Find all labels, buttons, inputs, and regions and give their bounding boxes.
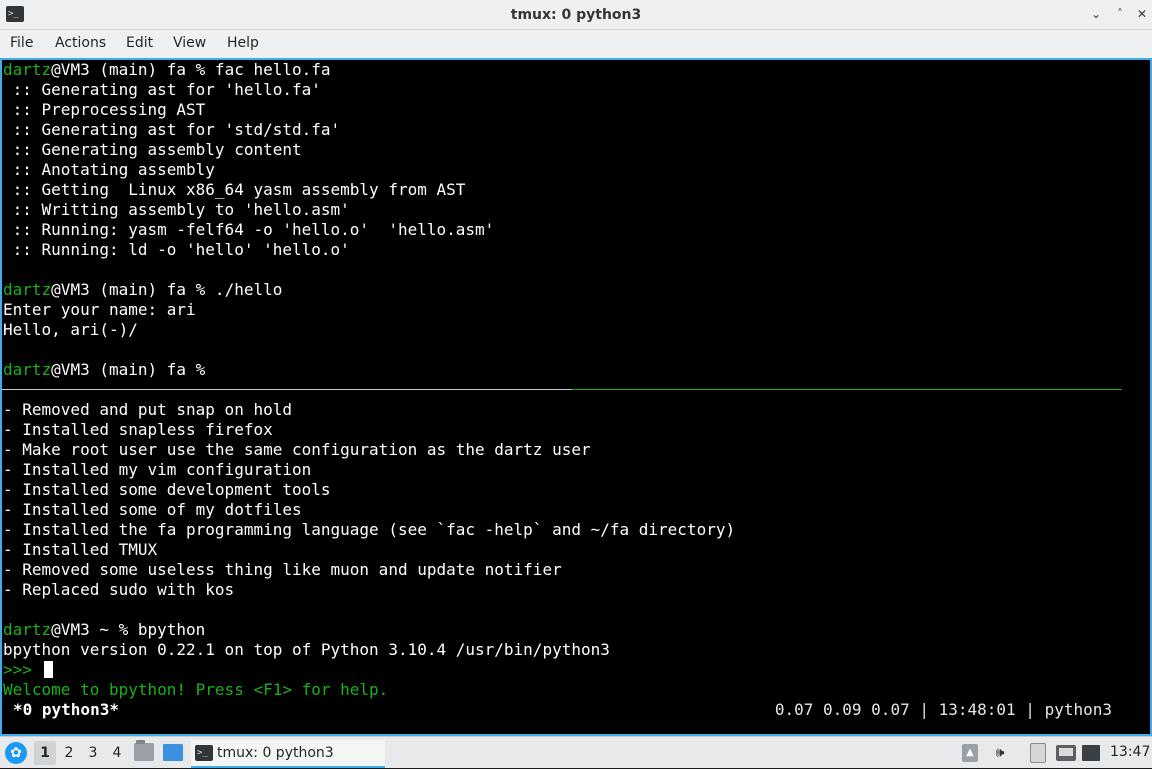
prompt-command: @VM3 (main) fa % xyxy=(51,360,206,379)
output-line: :: Getting Linux x86_64 yasm assembly fr… xyxy=(3,180,466,199)
output-line: bpython version 0.22.1 on top of Python … xyxy=(3,640,610,659)
display-icon[interactable] xyxy=(1082,745,1100,761)
output-line: - Replaced sudo with kos xyxy=(3,580,235,599)
output-line: :: Anotating assembly xyxy=(3,160,215,179)
clock[interactable]: 13:47 xyxy=(1110,737,1150,769)
show-desktop-icon[interactable] xyxy=(163,744,183,761)
prompt-user: dartz xyxy=(3,280,52,299)
text-cursor xyxy=(43,661,53,678)
prompt-user: dartz xyxy=(3,620,52,639)
repl-input-line[interactable]: >>> xyxy=(3,660,53,680)
terminal-icon: >_ xyxy=(195,745,213,761)
prompt-user: dartz xyxy=(3,360,52,379)
pane-divider-active[interactable] xyxy=(572,389,1122,390)
output-line: - Installed TMUX xyxy=(3,540,158,559)
close-icon[interactable]: ✕ xyxy=(1132,4,1152,24)
output-line: - Installed snapless firefox xyxy=(3,420,273,439)
menu-help[interactable]: Help xyxy=(227,30,259,58)
file-manager-icon[interactable] xyxy=(134,740,154,761)
output-line: - Removed and put snap on hold xyxy=(3,400,292,419)
tmux-window-label[interactable]: *0 python3* xyxy=(13,700,119,720)
output-line: - Installed my vim configuration xyxy=(3,460,312,479)
maximize-icon[interactable]: ˆ xyxy=(1110,4,1130,24)
prompt-command: @VM3 (main) fa % ./hello xyxy=(51,280,283,299)
prompt-user: dartz xyxy=(3,60,52,79)
output-line: - Installed the fa programming language … xyxy=(3,520,736,539)
output-line: :: Generating assembly content xyxy=(3,140,302,159)
output-line: :: Running: ld -o 'hello' 'hello.o' xyxy=(3,240,350,259)
output-line: Hello, ari(-)/ xyxy=(3,320,138,339)
application-launcher-icon[interactable]: ✿ xyxy=(5,742,27,764)
output-line: :: Generating ast for 'hello.fa' xyxy=(3,80,321,99)
command-line: dartz@VM3 (main) fa % xyxy=(3,360,205,380)
output-line: - Installed some development tools xyxy=(3,480,331,499)
menu-file[interactable]: File xyxy=(10,30,33,58)
repl-prompt: >>> xyxy=(3,660,42,679)
network-icon[interactable] xyxy=(1056,745,1076,761)
command-line: dartz@VM3 (main) fa % ./hello xyxy=(3,280,282,300)
output-line: Enter your name: ari xyxy=(3,300,196,319)
show-hidden-icon[interactable]: ▲ xyxy=(962,744,978,762)
menu-actions[interactable]: Actions xyxy=(55,30,106,58)
volume-icon[interactable]: 🕪 xyxy=(990,743,1010,763)
window-title-bar[interactable]: >_ tmux: 0 python3 ⌄ ˆ ✕ xyxy=(0,0,1152,30)
command-line: dartz@VM3 ~ % bpython xyxy=(3,620,205,640)
taskbar: ✿ 1 2 3 4 >_ tmux: 0 python3 ▲ 🕪 13:47 xyxy=(0,736,1152,768)
task-terminal[interactable]: >_ tmux: 0 python3 xyxy=(191,740,385,768)
output-line: - Removed some useless thing like muon a… xyxy=(3,560,562,579)
pane-divider[interactable] xyxy=(2,389,572,390)
menu-edit[interactable]: Edit xyxy=(126,30,153,58)
prompt-command: @VM3 (main) fa % fac hello.fa xyxy=(51,60,331,79)
command-line: dartz@VM3 (main) fa % fac hello.fa xyxy=(3,60,331,80)
menu-bar: File Actions Edit View Help xyxy=(0,30,1152,58)
desktop-1[interactable]: 1 xyxy=(34,741,56,765)
prompt-command: @VM3 ~ % bpython xyxy=(51,620,206,639)
output-line: - Make root user use the same configurat… xyxy=(3,440,591,459)
output-line: :: Preprocessing AST xyxy=(3,100,206,119)
tmux-status-info: 0.07 0.09 0.07 | 13:48:01 | python3 xyxy=(774,700,1112,719)
terminal-area[interactable]: dartz@VM3 (main) fa % fac hello.fa :: Ge… xyxy=(0,58,1152,736)
output-line: :: Running: yasm -felf64 -o 'hello.o' 'h… xyxy=(3,220,495,239)
desktop-2[interactable]: 2 xyxy=(58,741,80,765)
output-line: - Installed some of my dotfiles xyxy=(3,500,302,519)
output-line: :: Generating ast for 'std/std.fa' xyxy=(3,120,341,139)
minimize-icon[interactable]: ⌄ xyxy=(1086,4,1106,24)
desktop-4[interactable]: 4 xyxy=(106,741,128,765)
welcome-message: Welcome to bpython! Press <F1> for help. xyxy=(3,680,389,699)
task-label: tmux: 0 python3 xyxy=(217,745,334,761)
desktop-3[interactable]: 3 xyxy=(82,741,104,765)
window-title: tmux: 0 python3 xyxy=(510,7,642,23)
clipboard-icon[interactable] xyxy=(1030,743,1046,763)
output-line: :: Writting assembly to 'hello.asm' xyxy=(3,200,350,219)
menu-view[interactable]: View xyxy=(173,30,206,58)
